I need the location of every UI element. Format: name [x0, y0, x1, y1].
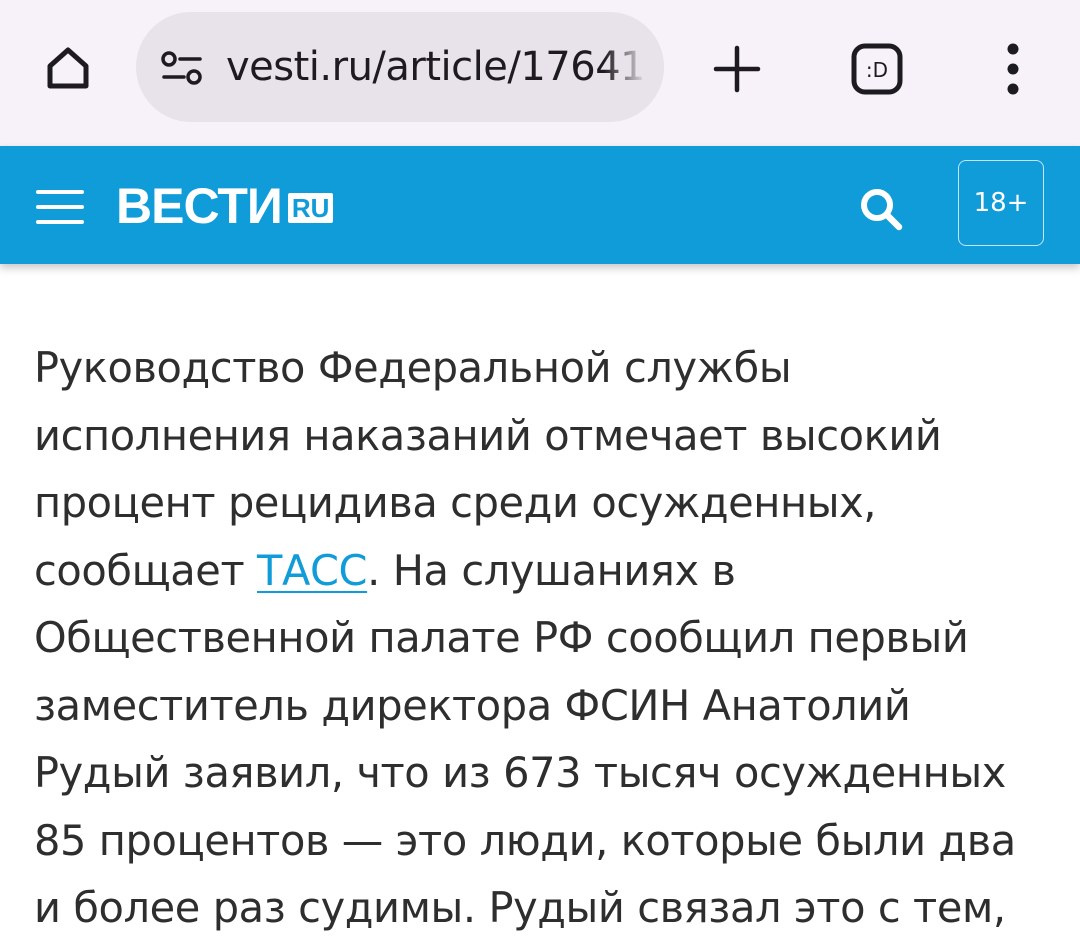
- site-logo[interactable]: ВЕСТИ RU: [116, 178, 334, 234]
- article-text: . На слушаниях в: [367, 545, 736, 595]
- home-icon[interactable]: [38, 40, 98, 96]
- url-fade: [604, 12, 664, 122]
- article-line: 85 процентов — это люди, которые были дв…: [34, 815, 1016, 865]
- plus-icon[interactable]: [708, 40, 766, 98]
- logo-text: ВЕСТИ: [116, 178, 283, 234]
- search-icon[interactable]: [856, 184, 906, 234]
- article-line: Руководство Федеральной службы: [34, 343, 792, 392]
- tune-icon[interactable]: [160, 50, 204, 86]
- article-body: Руководство Федеральной службы исполнени…: [34, 334, 1044, 942]
- hamburger-icon[interactable]: [36, 190, 84, 224]
- tab-switcher-label: :D: [866, 58, 888, 82]
- article-line: исполнения наказаний отмечает высокий: [34, 410, 942, 460]
- url-text[interactable]: vesti.ru/article/17641: [226, 40, 646, 94]
- more-vert-icon[interactable]: [990, 40, 1036, 98]
- logo-badge: RU: [287, 193, 334, 223]
- article-text: сообщает: [34, 545, 258, 595]
- site-header: ВЕСТИ RU 18+: [0, 146, 1080, 264]
- article-line: процент рецидива среди осужденных,: [34, 478, 877, 527]
- age-rating-badge: 18+: [958, 160, 1044, 246]
- browser-toolbar: vesti.ru/article/17641 :D: [0, 0, 1080, 146]
- tab-switcher-icon[interactable]: :D: [848, 40, 906, 98]
- tass-link[interactable]: ТАСС: [257, 546, 367, 595]
- article-line: и более раз судимы. Рудый связал это с т…: [34, 883, 1006, 932]
- article-line: сообщает ТАСС. На слушаниях в: [34, 537, 1044, 605]
- article-line: Общественной палате РФ сообщил первый: [34, 613, 969, 662]
- address-bar[interactable]: vesti.ru/article/17641: [136, 12, 664, 122]
- article-line: Рудый заявил, что из 673 тысяч осужденны…: [34, 748, 1006, 797]
- article-line: заместитель директора ФСИН Анатолий: [34, 680, 911, 730]
